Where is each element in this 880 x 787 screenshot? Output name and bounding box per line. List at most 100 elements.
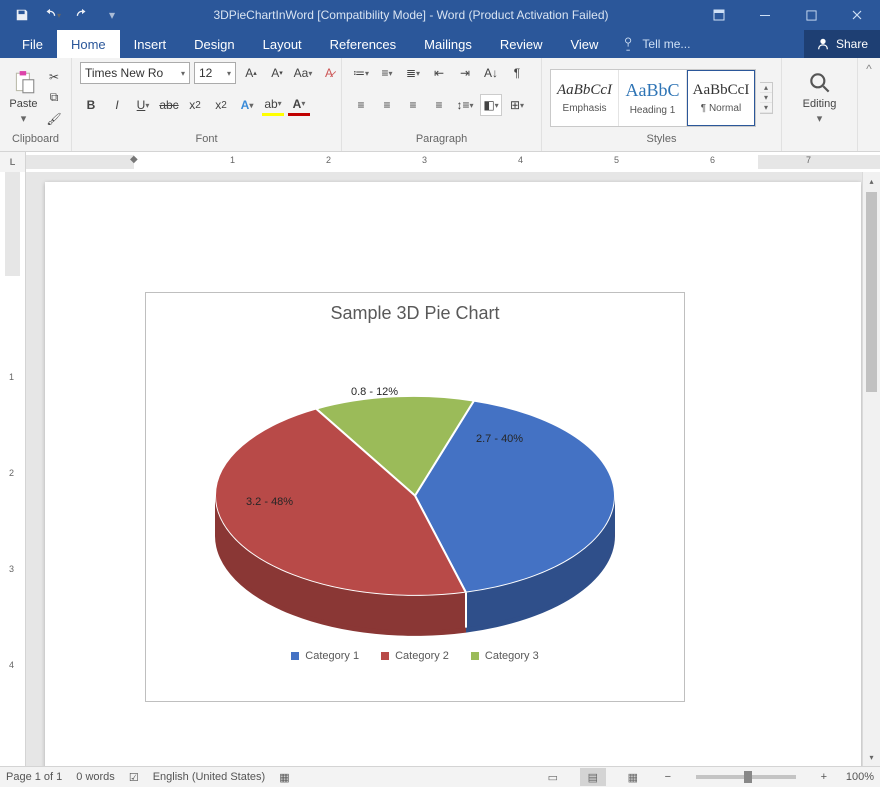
web-layout-icon[interactable]: ▦	[620, 768, 646, 786]
tab-insert[interactable]: Insert	[120, 30, 181, 58]
undo-icon[interactable]: ▾	[38, 1, 66, 29]
change-case-icon[interactable]: Aa▾	[292, 62, 314, 84]
status-words[interactable]: 0 words	[76, 771, 115, 783]
tab-file[interactable]: File	[8, 30, 57, 58]
align-right-icon[interactable]: ≡	[402, 94, 424, 116]
group-clipboard: Paste ▾ ✂ ⧉ 🖌 Clipboard	[0, 58, 72, 151]
chart-object[interactable]: Sample 3D Pie Chart	[145, 292, 685, 702]
group-styles: AaBbCcI Emphasis AaBbC Heading 1 AaBbCcI…	[542, 58, 782, 151]
maximize-icon[interactable]	[788, 0, 834, 30]
numbering-icon[interactable]: ≡▾	[376, 62, 398, 84]
tab-home[interactable]: Home	[57, 30, 120, 58]
align-center-icon[interactable]: ≡	[376, 94, 398, 116]
editing-label: Editing	[803, 98, 837, 110]
clear-formatting-icon[interactable]: A̷	[318, 62, 340, 84]
style-normal[interactable]: AaBbCcI ¶ Normal	[687, 70, 755, 126]
strikethrough-icon[interactable]: abc	[158, 94, 180, 116]
increase-indent-icon[interactable]: ⇥	[454, 62, 476, 84]
line-spacing-icon[interactable]: ↕≡▾	[454, 94, 476, 116]
font-group-label: Font	[72, 133, 341, 151]
tab-view[interactable]: View	[556, 30, 612, 58]
print-layout-icon[interactable]: ▤	[580, 768, 606, 786]
status-macro-icon[interactable]: ▦	[279, 771, 289, 784]
share-label: Share	[836, 37, 868, 51]
tab-design[interactable]: Design	[180, 30, 248, 58]
window-controls	[696, 0, 880, 30]
tab-selector[interactable]: L	[0, 152, 26, 172]
page[interactable]: Sample 3D Pie Chart	[45, 182, 861, 766]
horizontal-ruler[interactable]: ◆ 1 2 3 4 5 6 7	[26, 152, 880, 172]
font-size-combo[interactable]: 12▾	[194, 62, 236, 84]
paragraph-group-label: Paragraph	[342, 133, 541, 151]
underline-icon[interactable]: U▾	[132, 94, 154, 116]
zoom-slider[interactable]	[696, 775, 796, 779]
cut-icon[interactable]: ✂	[45, 68, 63, 86]
tab-mailings[interactable]: Mailings	[410, 30, 486, 58]
legend-label: Category 1	[305, 650, 359, 662]
save-icon[interactable]	[8, 1, 36, 29]
superscript-icon[interactable]: x2	[210, 94, 232, 116]
read-mode-icon[interactable]: ▭	[540, 768, 566, 786]
align-left-icon[interactable]: ≡	[350, 94, 372, 116]
status-proofing-icon[interactable]: ☑	[129, 771, 139, 784]
scroll-down-icon[interactable]: ▾	[863, 748, 880, 766]
grow-font-icon[interactable]: A▴	[240, 62, 262, 84]
status-language[interactable]: English (United States)	[153, 771, 266, 783]
shading-icon[interactable]: ◧▾	[480, 94, 502, 116]
copy-icon[interactable]: ⧉	[45, 89, 63, 107]
font-name-combo[interactable]: Times New Ro▾	[80, 62, 190, 84]
subscript-icon[interactable]: x2	[184, 94, 206, 116]
chart-legend: Category 1 Category 2 Category 3	[146, 644, 684, 672]
data-label-cat1: 2.7 - 40%	[476, 433, 523, 445]
bullets-icon[interactable]: ≔▾	[350, 62, 372, 84]
legend-item-cat1: Category 1	[291, 650, 359, 662]
style-emphasis[interactable]: AaBbCcI Emphasis	[551, 70, 619, 126]
text-effects-icon[interactable]: A▾	[236, 94, 258, 116]
show-marks-icon[interactable]: ¶	[506, 62, 528, 84]
font-size-value: 12	[199, 66, 212, 80]
multilevel-list-icon[interactable]: ≣▾	[402, 62, 424, 84]
paste-button[interactable]: Paste ▾	[8, 70, 39, 125]
zoom-thumb[interactable]	[744, 771, 752, 783]
sort-icon[interactable]: A↓	[480, 62, 502, 84]
tell-me-label: Tell me...	[642, 37, 690, 51]
horizontal-ruler-row: L ◆ 1 2 3 4 5 6 7	[0, 152, 880, 172]
format-painter-icon[interactable]: 🖌	[45, 110, 63, 128]
vertical-scrollbar[interactable]: ▴ ▾	[862, 172, 880, 766]
italic-icon[interactable]: I	[106, 94, 128, 116]
tab-review[interactable]: Review	[486, 30, 557, 58]
scroll-up-icon[interactable]: ▴	[863, 172, 880, 190]
collapse-ribbon-icon[interactable]: ^	[858, 58, 880, 151]
styles-gallery[interactable]: AaBbCcI Emphasis AaBbC Heading 1 AaBbCcI…	[550, 69, 756, 127]
style-name: Heading 1	[630, 105, 676, 116]
editing-button[interactable]: Editing ▾	[795, 70, 845, 125]
paste-label: Paste	[9, 98, 37, 110]
justify-icon[interactable]: ≡	[428, 94, 450, 116]
scroll-thumb[interactable]	[866, 192, 877, 392]
highlight-icon[interactable]: ab▾	[262, 94, 284, 116]
ribbon-display-icon[interactable]	[696, 0, 742, 30]
tab-references[interactable]: References	[316, 30, 410, 58]
minimize-icon[interactable]	[742, 0, 788, 30]
document-area[interactable]: Sample 3D Pie Chart	[26, 172, 880, 766]
redo-icon[interactable]	[68, 1, 96, 29]
status-page[interactable]: Page 1 of 1	[6, 771, 62, 783]
styles-gallery-scroll[interactable]: ▴▾▾	[760, 82, 773, 114]
qat-customize-icon[interactable]: ▾	[98, 1, 126, 29]
status-bar: Page 1 of 1 0 words ☑ English (United St…	[0, 766, 880, 787]
vertical-ruler[interactable]: 1 2 3 4	[0, 172, 26, 766]
tab-layout[interactable]: Layout	[249, 30, 316, 58]
shrink-font-icon[interactable]: A▾	[266, 62, 288, 84]
borders-icon[interactable]: ⊞▾	[506, 94, 528, 116]
zoom-level[interactable]: 100%	[846, 771, 874, 783]
decrease-indent-icon[interactable]: ⇤	[428, 62, 450, 84]
style-name: Emphasis	[563, 103, 607, 114]
share-button[interactable]: Share	[804, 30, 880, 58]
tell-me-search[interactable]: Tell me...	[612, 30, 700, 58]
close-icon[interactable]	[834, 0, 880, 30]
zoom-out-icon[interactable]: −	[660, 771, 676, 783]
style-heading1[interactable]: AaBbC Heading 1	[619, 70, 687, 126]
font-color-icon[interactable]: A▾	[288, 94, 310, 116]
zoom-in-icon[interactable]: +	[816, 771, 832, 783]
bold-icon[interactable]: B	[80, 94, 102, 116]
